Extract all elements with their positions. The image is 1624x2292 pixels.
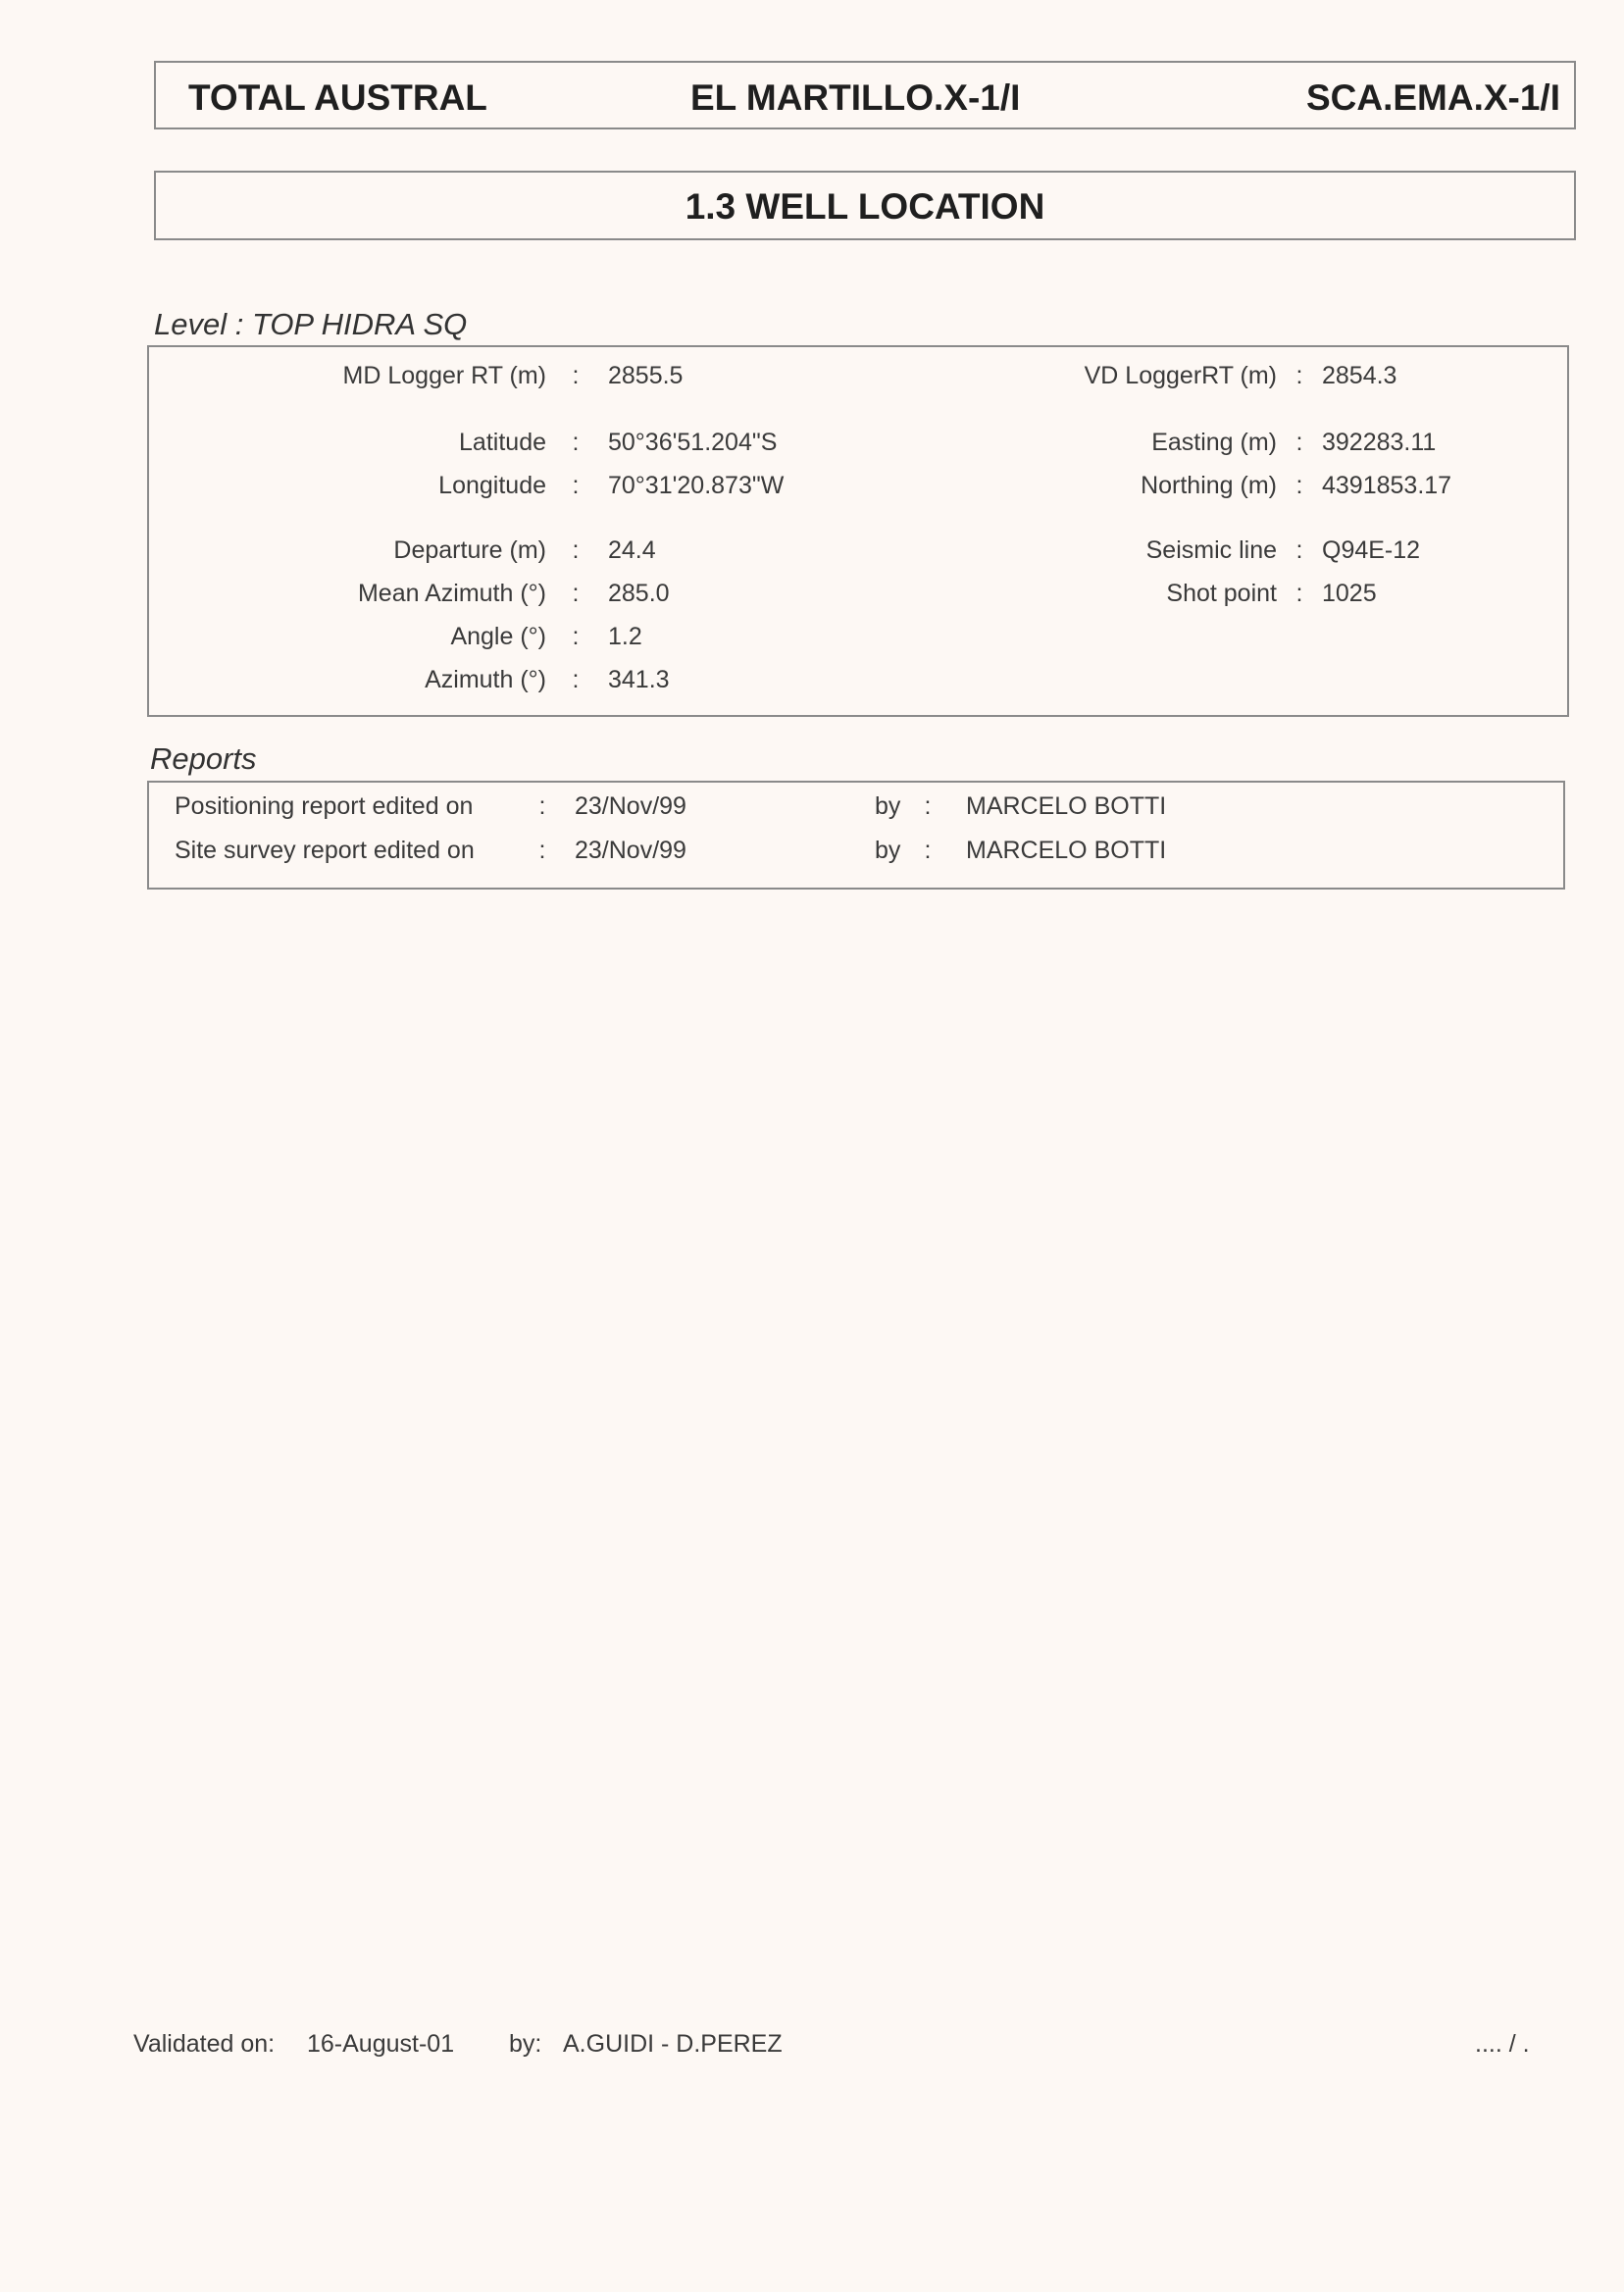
well-name: EL MARTILLO.X-1/I xyxy=(690,77,1021,118)
level-label: Level : TOP HIDRA SQ xyxy=(154,307,468,341)
separator: : xyxy=(1295,429,1303,456)
reports-panel: Positioning report edited on : 23/Nov/99… xyxy=(147,781,1565,890)
longitude-value: 70°31'20.873"W xyxy=(608,472,785,499)
separator: : xyxy=(538,792,546,820)
section-title-box: 1.3 WELL LOCATION xyxy=(154,171,1576,240)
document-header: TOTAL AUSTRAL EL MARTILLO.X-1/I SCA.EMA.… xyxy=(154,61,1576,129)
validators-by-label: by: xyxy=(509,2030,542,2058)
by-label: by xyxy=(875,792,901,820)
positioning-report-date: 23/Nov/99 xyxy=(575,792,686,820)
angle-label: Angle (°) xyxy=(450,623,546,650)
seismic-line-value: Q94E-12 xyxy=(1322,536,1421,564)
departure-value: 24.4 xyxy=(608,536,656,564)
md-logger-rt-label: MD Logger RT (m) xyxy=(342,362,546,389)
positioning-report-author: MARCELO BOTTI xyxy=(966,792,1167,820)
easting-label: Easting (m) xyxy=(1151,429,1277,456)
separator: : xyxy=(1295,536,1303,564)
well-location-panel: MD Logger RT (m) : 2855.5 VD LoggerRT (m… xyxy=(147,345,1569,717)
site-survey-report-author: MARCELO BOTTI xyxy=(966,837,1167,864)
vd-logger-rt-value: 2854.3 xyxy=(1322,362,1397,389)
section-title: 1.3 WELL LOCATION xyxy=(685,186,1045,227)
site-survey-report-date: 23/Nov/99 xyxy=(575,837,686,864)
seismic-line-label: Seismic line xyxy=(1145,536,1277,564)
validated-date: 16-August-01 xyxy=(307,2030,455,2058)
angle-value: 1.2 xyxy=(608,623,642,650)
separator: : xyxy=(572,536,580,564)
separator: : xyxy=(1295,580,1303,607)
vd-logger-rt-label: VD LoggerRT (m) xyxy=(1084,362,1277,389)
longitude-label: Longitude xyxy=(438,472,546,499)
separator: : xyxy=(572,580,580,607)
separator: : xyxy=(1295,472,1303,499)
separator: : xyxy=(538,837,546,864)
mean-azimuth-value: 285.0 xyxy=(608,580,670,607)
latitude-value: 50°36'51.204"S xyxy=(608,429,778,456)
separator: : xyxy=(924,837,932,864)
continuation-mark: .... / . xyxy=(1475,2030,1530,2058)
by-label: by xyxy=(875,837,901,864)
easting-value: 392283.11 xyxy=(1322,429,1437,456)
validated-label: Validated on: xyxy=(133,2030,276,2058)
azimuth-value: 341.3 xyxy=(608,666,670,693)
reports-label: Reports xyxy=(150,741,257,776)
separator: : xyxy=(924,792,932,820)
company-name: TOTAL AUSTRAL xyxy=(188,77,487,118)
separator: : xyxy=(572,623,580,650)
shot-point-value: 1025 xyxy=(1322,580,1377,607)
validators: A.GUIDI - D.PEREZ xyxy=(563,2030,783,2058)
separator: : xyxy=(1295,362,1303,389)
departure-label: Departure (m) xyxy=(393,536,546,564)
separator: : xyxy=(572,429,580,456)
azimuth-label: Azimuth (°) xyxy=(425,666,546,693)
separator: : xyxy=(572,472,580,499)
well-code: SCA.EMA.X-1/I xyxy=(1305,77,1560,118)
shot-point-label: Shot point xyxy=(1166,580,1277,607)
site-survey-report-label: Site survey report edited on xyxy=(175,837,475,864)
separator: : xyxy=(572,362,580,389)
separator: : xyxy=(572,666,580,693)
mean-azimuth-label: Mean Azimuth (°) xyxy=(357,580,546,607)
positioning-report-label: Positioning report edited on xyxy=(175,792,474,820)
latitude-label: Latitude xyxy=(459,429,546,456)
northing-value: 4391853.17 xyxy=(1322,472,1452,499)
md-logger-rt-value: 2855.5 xyxy=(608,362,684,389)
northing-label: Northing (m) xyxy=(1141,472,1277,499)
